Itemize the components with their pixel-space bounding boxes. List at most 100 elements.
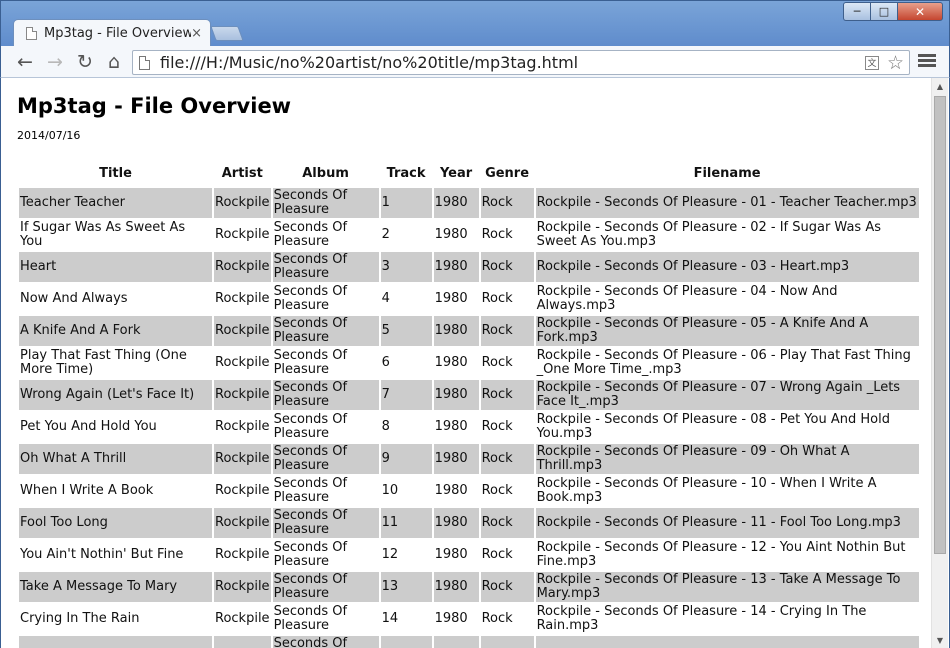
cell-genre: [480, 636, 534, 648]
cell-filename: Rockpile - Seconds Of Pleasure - 14 - Cr…: [536, 604, 867, 633]
cell-title: When I Write A Book: [20, 483, 154, 498]
cell-genre: Rock: [480, 380, 534, 410]
cell-artist: Rockpile: [215, 291, 270, 306]
cell-artist: Rockpile: [214, 572, 271, 602]
cell-year: 1980: [433, 572, 479, 602]
browser-tab[interactable]: Mp3tag - File Overview ×: [13, 19, 211, 47]
menu-icon[interactable]: [918, 52, 936, 72]
cell-genre: Rock: [481, 291, 513, 306]
new-tab-button[interactable]: [210, 26, 244, 41]
cell-genre: Rock: [480, 572, 534, 602]
cell-track: 9: [380, 444, 432, 474]
header-artist: Artist: [221, 165, 263, 181]
header-genre: Genre: [485, 165, 530, 181]
cell-album: Seconds Of Pleasure: [273, 284, 348, 313]
cell-filename: Rockpile - Seconds Of Pleasure - 08 - Pe…: [536, 412, 890, 441]
url-text[interactable]: file:///H:/Music/no%20artist/no%20title/…: [160, 53, 865, 72]
cell-title: Teacher Teacher: [19, 188, 212, 218]
cell-artist: Rockpile: [214, 188, 271, 218]
cell-track: [380, 636, 432, 648]
menu-bar: [918, 64, 936, 67]
cell-filename: Rockpile - Seconds Of Pleasure - 07 - Wr…: [535, 380, 919, 410]
table-row: Heart Rockpile Seconds Of Pleasure 3 1980 Roc…: [19, 252, 919, 282]
menu-bar: [918, 59, 936, 62]
cell-genre: Rock: [480, 444, 534, 474]
scroll-thumb[interactable]: [934, 96, 946, 554]
cell-title: If Sugar Was As Sweet As You: [20, 220, 186, 249]
cell-album: Seconds Of Pleasure: [273, 604, 348, 633]
cell-track: 2: [381, 227, 390, 242]
cell-album: Seconds Of Pleasure: [272, 444, 379, 474]
cell-track: 11: [380, 508, 432, 538]
cell-artist: Rockpile: [214, 316, 271, 346]
cell-filename: Rockpile - Seconds Of Pleasure - 05 - A …: [535, 316, 919, 346]
star-icon[interactable]: ☆: [887, 52, 904, 74]
table-row: You Ain't Nothin' But Fine Rockpile Second…: [19, 540, 919, 570]
forward-arrow-icon[interactable]: →: [43, 50, 67, 74]
cell-year: 1980: [434, 483, 468, 498]
back-arrow-icon[interactable]: ←: [13, 50, 37, 74]
translate-icon[interactable]: 文: [864, 55, 879, 70]
cell-filename: Rockpile - Seconds Of Pleasure - 11 - Fo…: [535, 508, 919, 538]
table-row: Now And Always Rockpile Seconds Of Pleasur…: [19, 284, 919, 314]
cell-artist: Rockpile: [215, 227, 270, 242]
cell-year: 1980: [433, 508, 479, 538]
table-row: Seconds Of Pleasure: [19, 636, 919, 648]
page-icon: [26, 27, 37, 40]
cell-artist: Rockpile: [214, 444, 271, 474]
cell-title: Heart: [19, 252, 212, 282]
table-row: Play That Fast Thing (One More Time) Rock…: [19, 348, 919, 378]
cell-album: Seconds Of Pleasure: [272, 316, 379, 346]
cell-album: Seconds Of Pleasure: [273, 540, 348, 569]
cell-track: 1: [380, 188, 432, 218]
table-row: Wrong Again (Let's Face It) Rockpile Secon…: [19, 380, 919, 410]
cell-filename: Rockpile - Seconds Of Pleasure - 10 - Wh…: [536, 476, 877, 505]
cell-year: 1980: [434, 227, 468, 242]
reload-icon[interactable]: ↻: [73, 50, 97, 74]
table-row: Pet You And Hold You Rockpile Seconds Of P…: [19, 412, 919, 442]
page-viewport: Mp3tag - File Overview 2014/07/16 Title …: [0, 78, 950, 648]
table-body: Teacher Teacher Rockpile Seconds Of Pleasu…: [19, 188, 919, 648]
address-bar[interactable]: file:///H:/Music/no%20artist/no%20title/…: [132, 50, 910, 75]
cell-year: 1980: [434, 611, 468, 626]
header-title: Title: [99, 165, 132, 181]
cell-track: 10: [381, 483, 399, 498]
cell-title: A Knife And A Fork: [19, 316, 212, 346]
cell-title: Wrong Again (Let's Face It): [19, 380, 212, 410]
cell-filename: Rockpile - Seconds Of Pleasure - 09 - Oh…: [535, 444, 919, 474]
home-icon[interactable]: ⌂: [102, 50, 126, 74]
cell-filename: Rockpile - Seconds Of Pleasure - 13 - Ta…: [535, 572, 919, 602]
header-album: Album: [302, 165, 349, 181]
page-header: Mp3tag - File Overview 2014/07/16: [17, 92, 291, 142]
cell-title: [19, 636, 212, 648]
table-row: Teacher Teacher Rockpile Seconds Of Pleasu…: [19, 188, 919, 218]
cell-artist: Rockpile: [215, 483, 270, 498]
cell-track: 13: [380, 572, 432, 602]
cell-title: Oh What A Thrill: [19, 444, 212, 474]
cell-artist: Rockpile: [215, 419, 270, 434]
cell-album: Seconds Of Pleasure: [272, 572, 379, 602]
cell-title: Play That Fast Thing (One More Time): [20, 348, 187, 377]
scroll-down-arrow-icon[interactable]: ▼: [932, 632, 948, 648]
cell-genre: Rock: [481, 355, 513, 370]
cell-genre: Rock: [480, 252, 534, 282]
cell-filename: Rockpile - Seconds Of Pleasure - 04 - No…: [536, 284, 838, 313]
cell-filename: Rockpile - Seconds Of Pleasure - 02 - If…: [536, 220, 881, 249]
window-controls: ─ □ ✕: [843, 2, 943, 21]
tab-title: Mp3tag - File Overview: [44, 26, 192, 41]
cell-filename: [535, 636, 919, 648]
file-overview-table: Title Artist Album Track Year Genre File…: [17, 158, 921, 648]
scroll-up-arrow-icon[interactable]: ▲: [932, 78, 948, 94]
cell-artist: [214, 636, 271, 648]
menu-bar: [918, 54, 936, 57]
cell-album: Seconds Of Pleasure: [272, 508, 379, 538]
close-icon[interactable]: ×: [191, 26, 202, 41]
cell-filename: Rockpile - Seconds Of Pleasure - 03 - He…: [535, 252, 919, 282]
maximize-button[interactable]: □: [870, 2, 897, 21]
cell-year: 1980: [433, 188, 479, 218]
window-close-button[interactable]: ✕: [897, 2, 943, 21]
minimize-button[interactable]: ─: [843, 2, 870, 21]
cell-filename: Rockpile - Seconds Of Pleasure - 01 - Te…: [535, 188, 919, 218]
vertical-scrollbar[interactable]: ▲ ▼: [931, 78, 948, 648]
cell-year: 1980: [433, 316, 479, 346]
